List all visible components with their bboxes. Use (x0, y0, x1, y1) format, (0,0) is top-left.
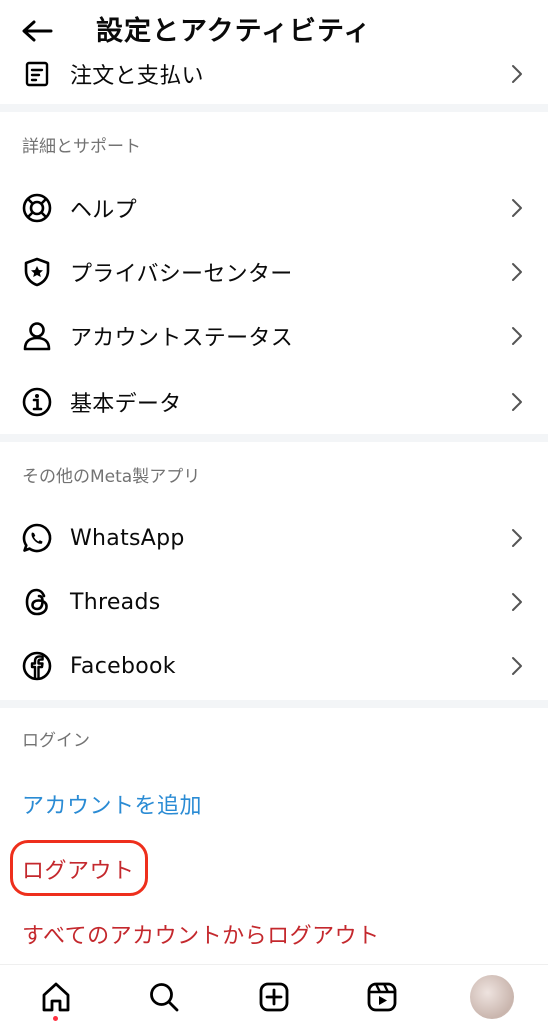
search-icon (150, 983, 179, 1012)
menu-item-label: プライバシーセンター (70, 262, 293, 287)
section-heading-login: ログイン (22, 731, 90, 751)
menu-item-basic-data[interactable]: 基本データ (0, 372, 548, 432)
logout-all-accounts-link[interactable]: すべてのアカウントからログアウト (22, 918, 380, 950)
facebook-icon (20, 649, 54, 683)
chevron-right-icon (508, 590, 526, 614)
profile-avatar[interactable] (470, 975, 514, 1019)
menu-item-account-status[interactable]: アカウントステータス (0, 306, 548, 366)
menu-item-label: ヘルプ (70, 198, 137, 223)
reels-tab[interactable] (364, 979, 400, 1015)
search-tab[interactable] (146, 979, 182, 1015)
menu-item-label: Threads (70, 589, 161, 615)
section-heading-meta-apps: その他のMeta製アプリ (22, 467, 201, 487)
chevron-right-icon (508, 390, 526, 414)
reels-icon (367, 982, 397, 1012)
info-icon (20, 385, 54, 419)
menu-item-facebook[interactable]: Facebook (0, 636, 548, 696)
arrow-left-icon (22, 20, 53, 42)
menu-item-help[interactable]: ヘルプ (0, 178, 548, 238)
section-divider (0, 434, 548, 442)
menu-item-whatsapp[interactable]: WhatsApp (0, 508, 548, 568)
threads-icon (20, 585, 54, 619)
back-button[interactable] (18, 12, 56, 50)
bottom-nav (0, 964, 548, 1024)
chevron-right-icon (508, 260, 526, 284)
lifebuoy-icon (20, 191, 54, 225)
menu-item-label: アカウントステータス (70, 326, 294, 351)
notification-dot (53, 1016, 58, 1021)
create-icon (259, 982, 289, 1012)
top-bar: 設定とアクティビティ (0, 0, 548, 58)
person-icon (20, 319, 54, 353)
menu-item-label: Facebook (70, 653, 176, 679)
menu-item-label: WhatsApp (70, 525, 185, 551)
menu-item-label: 基本データ (70, 392, 182, 417)
receipt-icon (20, 57, 54, 91)
whatsapp-icon (20, 521, 54, 555)
page-title: 設定とアクティビティ (96, 16, 372, 47)
chevron-right-icon (508, 324, 526, 348)
menu-item-label: 注文と支払い (70, 64, 204, 89)
add-account-link[interactable]: アカウントを追加 (22, 788, 202, 820)
home-tab[interactable] (38, 979, 74, 1015)
logout-link[interactable]: ログアウト (22, 853, 135, 885)
section-heading-support: 詳細とサポート (22, 137, 141, 157)
menu-item-threads[interactable]: Threads (0, 572, 548, 632)
chevron-right-icon (508, 196, 526, 220)
section-divider (0, 104, 548, 112)
chevron-right-icon (508, 526, 526, 550)
chevron-right-icon (508, 62, 526, 86)
chevron-right-icon (508, 654, 526, 678)
shield-star-icon (20, 255, 54, 289)
create-tab[interactable] (256, 979, 292, 1015)
section-divider (0, 700, 548, 708)
home-icon (42, 982, 70, 1012)
menu-item-privacy-center[interactable]: プライバシーセンター (0, 242, 548, 302)
